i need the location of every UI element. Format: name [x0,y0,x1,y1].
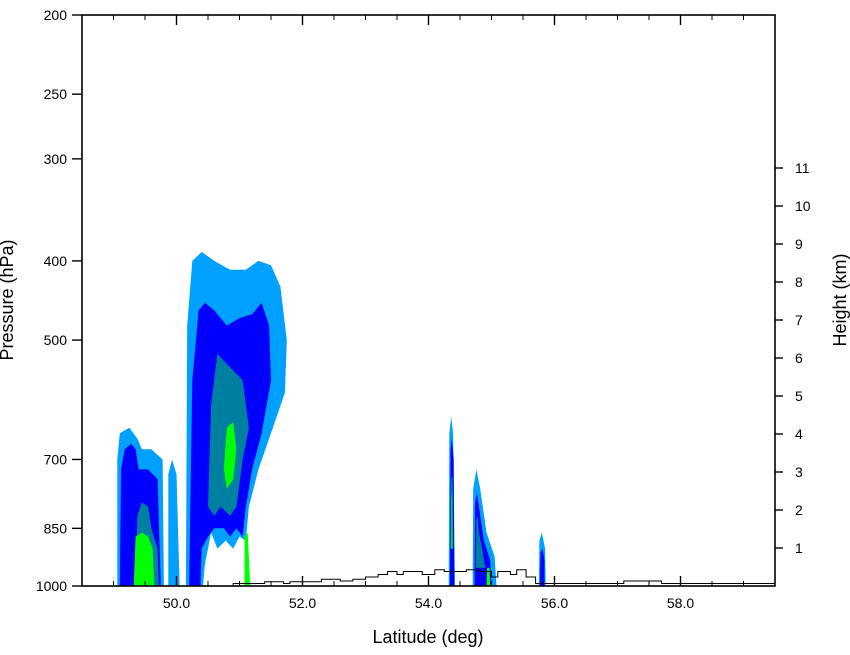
height-tick-label: 5 [795,388,803,404]
x-tick-label: 56.0 [541,595,568,611]
pressure-tick-label: 200 [44,7,68,23]
pressure-tick-label: 700 [44,451,68,467]
height-tick-label: 8 [795,274,803,290]
pressure-tick-label: 300 [44,151,68,167]
height-tick-label: 11 [795,160,810,176]
x-axis-title: Latitude (deg) [372,627,483,647]
height-tick-label: 7 [795,312,803,328]
height-tick-label: 9 [795,236,803,252]
pressure-tick-label: 850 [44,520,68,536]
pressure-tick-label: 400 [44,253,68,269]
cross-section-chart: 50.0 52.0 54.0 56.0 58.0 1000 850 700 500 400 300… [0,0,850,650]
height-tick-label: 6 [795,350,803,366]
pressure-tick-label: 500 [44,332,68,348]
height-tick-label: 4 [795,426,803,442]
height-tick-label: 2 [795,502,803,518]
contour-region-level-4 [486,567,491,586]
pressure-axis-title: Pressure (hPa) [0,239,17,360]
height-tick-label: 3 [795,464,803,480]
height-tick-label: 1 [795,540,803,556]
height-tick-label: 10 [795,198,811,214]
pressure-tick-label: 1000 [36,578,67,594]
x-tick-label: 52.0 [289,595,316,611]
x-tick-label: 58.0 [667,595,694,611]
x-tick-label: 54.0 [415,595,442,611]
x-tick-label: 50.0 [163,595,190,611]
height-axis-title: Height (km) [830,253,850,346]
pressure-tick-label: 250 [44,86,68,102]
